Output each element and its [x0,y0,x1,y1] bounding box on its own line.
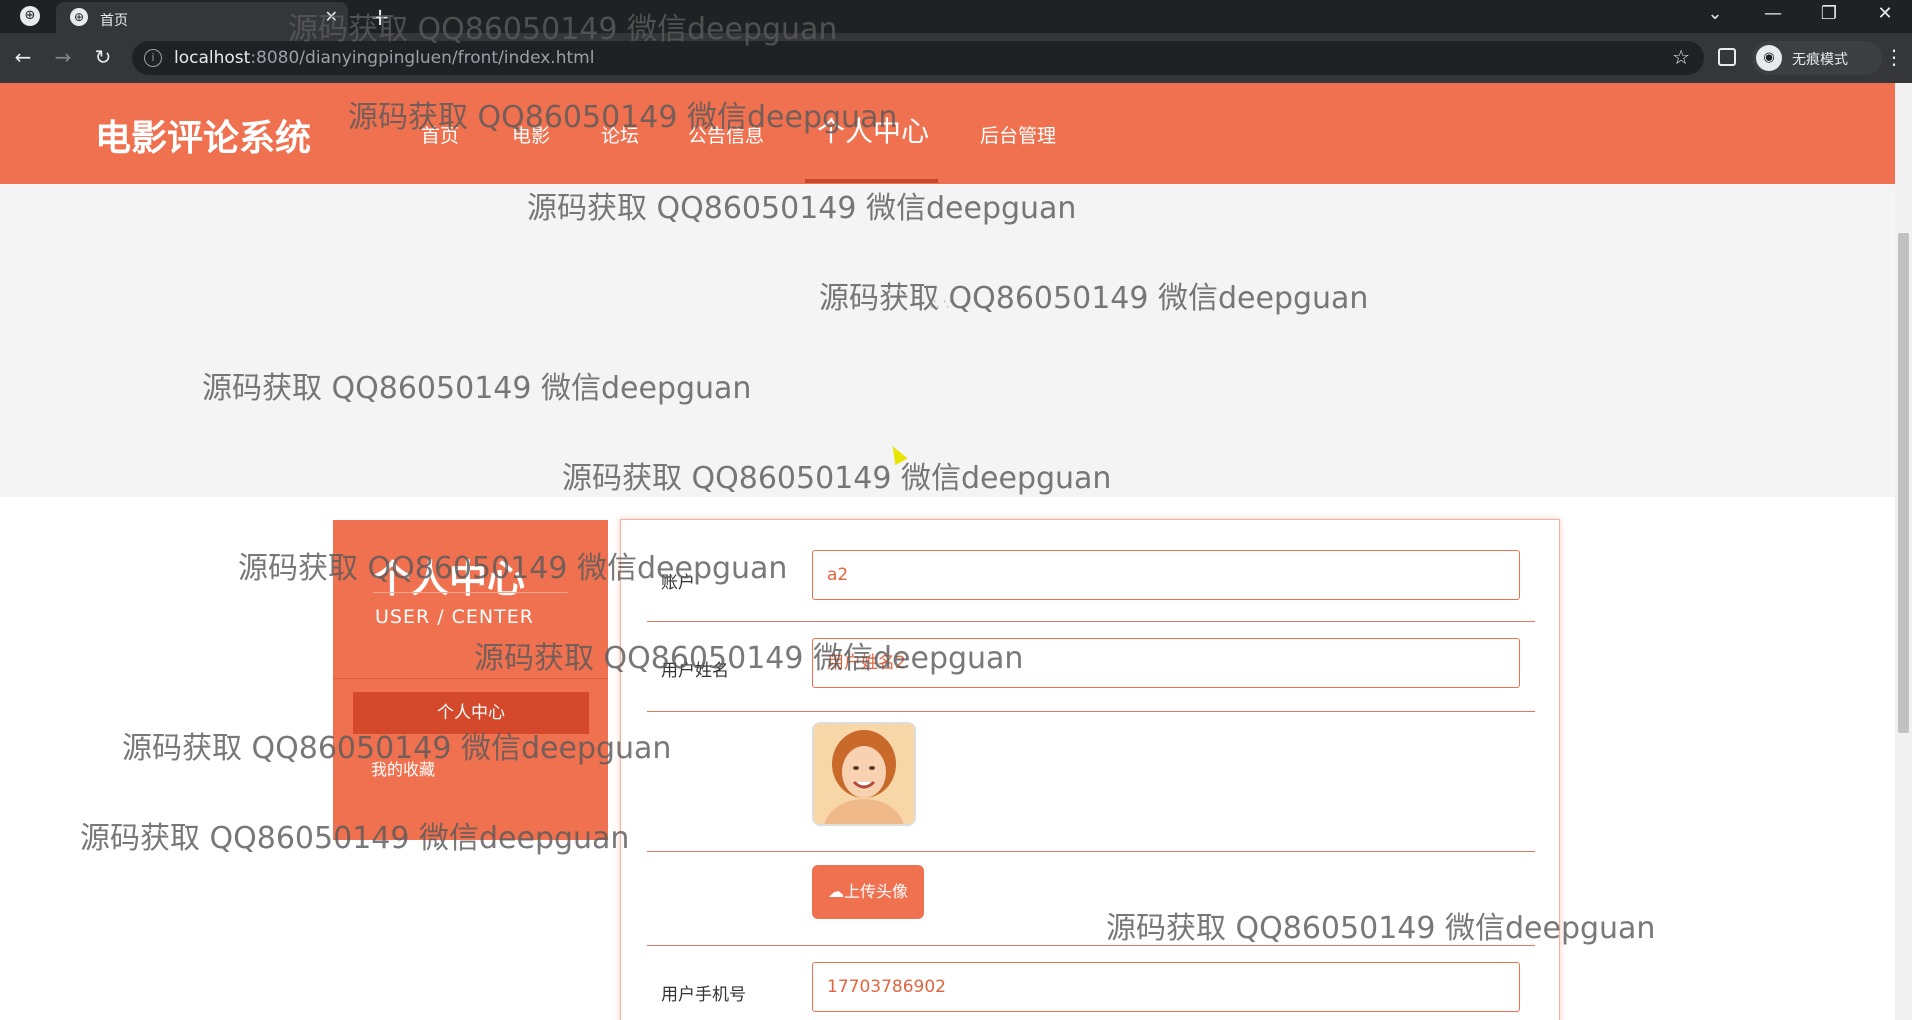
plus-icon[interactable]: + [370,3,390,31]
sidebar-item-user-center[interactable]: 个人中心 [353,692,589,734]
star-icon[interactable]: ☆ [1672,45,1690,69]
incognito-indicator[interactable]: ◉ 无痕模式 [1752,41,1882,75]
extension-icon[interactable] [1718,48,1736,66]
form-row-account: 账户 a2 [647,536,1535,622]
nav-admin[interactable]: 后台管理 [980,121,1056,148]
restore-icon[interactable]: ❐ [1814,3,1844,24]
name-label: 用户姓名 [661,661,729,681]
back-arrow-icon[interactable]: ← [10,45,36,69]
close-icon[interactable]: ✕ [1870,3,1900,24]
forward-arrow-icon[interactable]: → [50,45,76,69]
phone-label: 用户手机号 [661,985,746,1005]
form-row-avatar [647,712,1535,852]
loading-spinner-icon: ∴∵ [930,297,956,313]
nav-forum[interactable]: 论坛 [601,121,639,148]
chevron-down-icon[interactable]: ⌄ [1700,3,1730,24]
browser-tab[interactable]: ⊕ 首页 ✕ [56,2,348,33]
active-nav-underline [805,179,938,183]
reload-icon[interactable]: ↻ [90,45,116,69]
divider [333,678,608,679]
phone-input[interactable]: 17703786902 [812,962,1520,1012]
globe-icon: ⊕ [70,8,88,26]
profile-form: 账户 a2 用户姓名 用户姓名2 ☁上传头像 用户手机号 17703786902 [620,519,1560,1020]
divider [373,592,568,593]
incognito-label: 无痕模式 [1792,52,1848,68]
page-scrollbar[interactable] [1895,83,1912,1020]
form-row-phone: 用户手机号 17703786902 [647,946,1535,1020]
cloud-upload-icon: ☁ [827,882,844,901]
upload-avatar-button[interactable]: ☁上传头像 [812,865,924,919]
sidebar-subtitle: USER / CENTER [375,606,534,628]
nav-movies[interactable]: 电影 [512,121,550,148]
incognito-icon: ◉ [1756,45,1782,71]
page-viewport: 电影评论系统 首页 电影 论坛 公告信息 个人中心 后台管理 ∴∵ 个人中心 U… [0,83,1895,1020]
account-label: 账户 [661,573,695,593]
site-header: 电影评论系统 首页 电影 论坛 公告信息 个人中心 后台管理 [0,83,1895,184]
account-input[interactable]: a2 [812,550,1520,600]
nav-home[interactable]: 首页 [421,121,459,148]
nav-announcements[interactable]: 公告信息 [688,121,764,148]
scrollbar-thumb[interactable] [1898,233,1909,733]
site-title: 电影评论系统 [95,118,312,159]
url-text[interactable]: localhost:8080/dianyingpingluen/front/in… [174,48,594,68]
avatar-image [812,722,916,826]
user-center-sidebar: 个人中心 USER / CENTER 个人中心 我的收藏 [333,520,608,840]
nav-user-center[interactable]: 个人中心 [817,110,929,150]
main-content: 个人中心 USER / CENTER 个人中心 我的收藏 账户 a2 用户姓名 … [0,497,1895,1020]
browser-tab-bar: ⊕ ⊕ 首页 ✕ + ⌄ — ❐ ✕ [0,0,1912,33]
sidebar-title: 个人中心 [373,557,526,601]
tab-title: 首页 [100,13,128,29]
sidebar-item-favorites[interactable]: 我的收藏 [371,756,435,780]
address-bar[interactable]: i localhost:8080/dianyingpingluen/front/… [132,41,1704,75]
kebab-menu-icon[interactable]: ⋮ [1884,45,1904,69]
banner-area: ∴∵ [0,184,1895,497]
form-row-name: 用户姓名 用户姓名2 [647,622,1535,712]
form-row-upload: ☁上传头像 [647,852,1535,946]
upload-label: 上传头像 [843,882,908,901]
close-icon[interactable]: ✕ [325,7,338,26]
name-input[interactable]: 用户姓名2 [812,638,1520,688]
globe-icon: ⊕ [20,6,40,26]
minimize-icon[interactable]: — [1758,3,1788,24]
info-icon[interactable]: i [144,49,162,67]
browser-toolbar: ← → ↻ i localhost:8080/dianyingpingluen/… [0,33,1912,83]
